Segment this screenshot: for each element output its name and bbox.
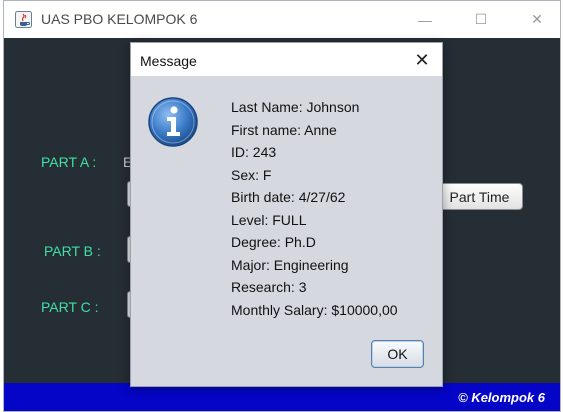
footer-bar: © Kelompok 6 (4, 383, 560, 411)
part-a-label: PART A : (41, 154, 97, 170)
message-dialog: Message ✕ Last Name: Johnson First name:… (130, 42, 443, 387)
message-line: Degree: Ph.D (231, 234, 316, 250)
message-line: Birth date: 4/27/62 (231, 189, 346, 205)
message-line: Monthly Salary: $10000,00 (231, 301, 398, 318)
message-text: Last Name: Johnson First name: Anne ID: … (231, 96, 436, 321)
message-line: ID: 243 (231, 144, 277, 160)
message-line: Level: FULL (231, 211, 307, 228)
message-line: Major: Engineering (231, 256, 349, 273)
maximize-button[interactable]: ☐ (458, 1, 504, 38)
footer-credit: © Kelompok 6 (458, 390, 545, 405)
dialog-title: Message (140, 53, 197, 69)
part-c-label: PART C : (41, 299, 99, 315)
window-title: UAS PBO KELOMPOK 6 (41, 11, 198, 27)
ok-button[interactable]: OK (371, 340, 424, 368)
message-line: Sex: F (231, 166, 272, 183)
dialog-close-button[interactable]: ✕ (409, 48, 435, 72)
window-titlebar[interactable]: UAS PBO KELOMPOK 6 — ☐ ✕ (4, 1, 560, 38)
information-icon (148, 97, 198, 147)
part-time-button[interactable]: Part Time (436, 183, 523, 210)
message-line: Last Name: Johnson (231, 99, 360, 115)
java-app-icon (15, 11, 32, 28)
message-line: First name: Anne (231, 121, 337, 138)
minimize-button[interactable]: — (402, 1, 448, 38)
dialog-titlebar[interactable]: Message ✕ (131, 43, 442, 76)
part-b-label: PART B : (44, 243, 101, 259)
close-button[interactable]: ✕ (514, 1, 560, 38)
message-line: Research: 3 (231, 279, 307, 295)
